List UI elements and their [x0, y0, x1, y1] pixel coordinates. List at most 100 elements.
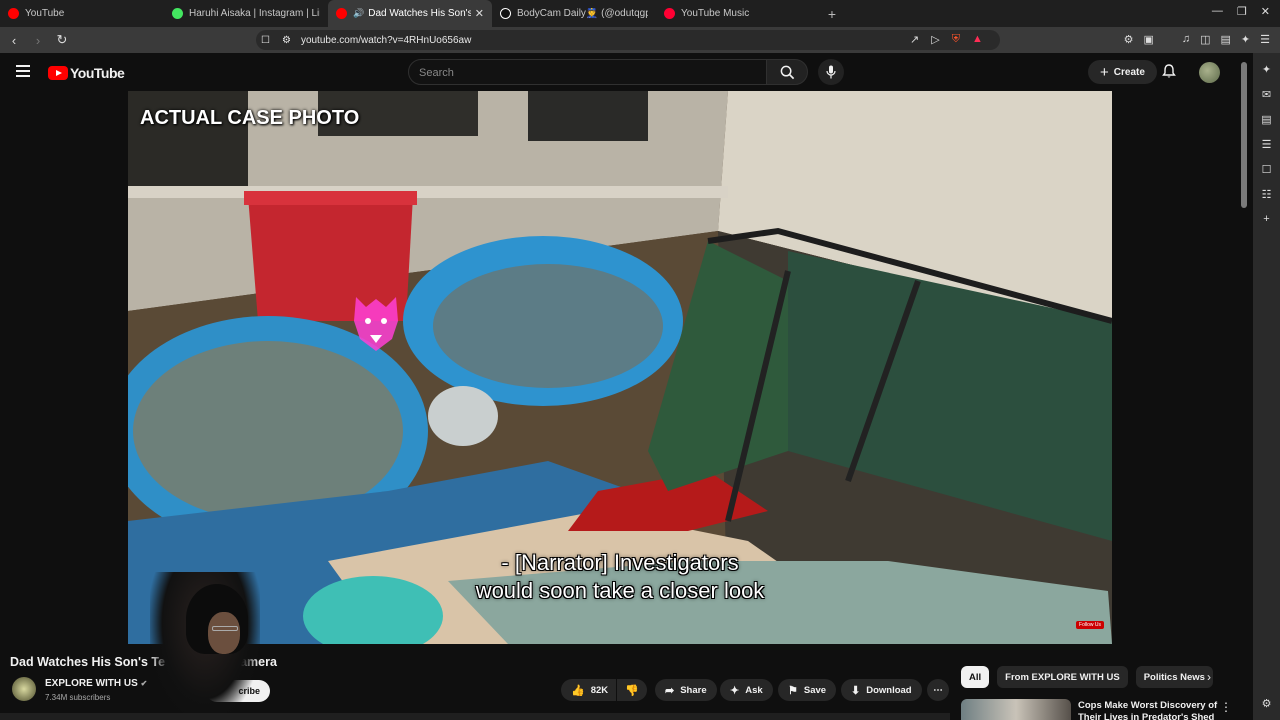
thumbs-up-icon: 👍: [571, 684, 585, 697]
save-group: ⚑ Save: [778, 679, 837, 701]
browser-tab[interactable]: YouTube: [0, 0, 164, 27]
channel-watermark-logo[interactable]: [348, 291, 404, 367]
recommendation-thumbnail[interactable]: [961, 699, 1071, 720]
menu-icon[interactable]: ☰: [1260, 33, 1270, 46]
book-icon[interactable]: ☷: [1262, 188, 1272, 201]
case-photo-label: ACTUAL CASE PHOTO: [140, 107, 360, 129]
webcam-glasses: [212, 626, 238, 631]
screenshot-icon[interactable]: ▣: [1143, 33, 1153, 46]
verified-icon: ✔: [140, 679, 148, 688]
download-group: ⬇ Download: [841, 679, 922, 701]
add-panel-icon[interactable]: +: [1263, 213, 1269, 225]
open-external-icon[interactable]: ↗: [910, 33, 919, 46]
wallet-panel-icon[interactable]: ▤: [1261, 113, 1271, 126]
download-button[interactable]: ⬇ Download: [841, 679, 922, 701]
close-tab-icon[interactable]: ✕: [475, 7, 484, 20]
recommendation-menu-icon[interactable]: ⋮: [1220, 700, 1232, 714]
youtube-header: YouTube Search + Create: [0, 53, 1240, 91]
dislike-button[interactable]: 👎: [617, 679, 647, 701]
youtube-play-icon: [48, 66, 68, 80]
search-button[interactable]: [766, 59, 808, 85]
site-info-icon[interactable]: ⚙: [282, 35, 291, 46]
browser-tab[interactable]: BodyCam Daily👮 (@odutqgp71: [492, 0, 656, 27]
youtube-logo[interactable]: YouTube: [48, 65, 125, 81]
youtube-music-icon: [664, 8, 675, 19]
reading-list-icon[interactable]: ☰: [1262, 138, 1272, 151]
browser-tab[interactable]: YouTube Music: [656, 0, 820, 27]
bookmark-save-icon: ⚑: [788, 684, 798, 697]
url-text[interactable]: youtube.com/watch?v=4RHnUo656aw: [301, 35, 471, 46]
more-actions-button[interactable]: ⋯: [927, 679, 949, 701]
plus-icon: +: [1100, 63, 1109, 81]
create-button[interactable]: + Create: [1088, 60, 1157, 84]
ask-button[interactable]: ✦ Ask: [720, 679, 773, 701]
media-icon[interactable]: ♫: [1182, 33, 1190, 46]
guide-menu-icon[interactable]: [16, 65, 30, 77]
maximize-icon[interactable]: ❐: [1237, 5, 1247, 18]
extensions-icon[interactable]: ⚙: [1124, 33, 1134, 46]
reload-icon[interactable]: ↻: [52, 32, 72, 48]
download-icon: ⬇: [851, 684, 861, 697]
microphone-icon: [826, 65, 836, 79]
address-bar[interactable]: ☐ ⚙ youtube.com/watch?v=4RHnUo656aw: [256, 30, 1000, 50]
follow-badge[interactable]: Follow Us: [1076, 621, 1104, 629]
browser-tabstrip: YouTube Haruhi Aisaka | Instagram | Lin …: [0, 0, 1280, 27]
sparkle-icon: ✦: [730, 684, 740, 697]
page-scrollbar[interactable]: [1241, 62, 1247, 208]
voice-search-button[interactable]: [818, 59, 844, 85]
brave-shield-icon[interactable]: ⛨: [952, 33, 960, 46]
sidebar-icon[interactable]: ◫: [1200, 33, 1210, 46]
channel-avatar[interactable]: [12, 677, 36, 701]
forward-icon[interactable]: ›: [28, 33, 48, 48]
chip-politics-news[interactable]: Politics News: [1135, 666, 1213, 688]
speaker-icon[interactable]: 🔊: [353, 8, 364, 19]
account-avatar[interactable]: [1199, 62, 1220, 83]
new-tab-button[interactable]: +: [820, 6, 844, 22]
thumbs-down-icon: 👎: [625, 684, 639, 697]
chevron-right-icon[interactable]: ›: [1207, 670, 1211, 684]
extension-icons: ⚙ ▣ ♫ ◫ ▤ ✦ ☰: [1124, 33, 1270, 46]
bookmarks-panel-icon[interactable]: ☐: [1262, 163, 1272, 176]
bookmark-icon[interactable]: ☐: [261, 35, 270, 46]
wallet-icon[interactable]: ▤: [1221, 33, 1231, 46]
send-icon[interactable]: ▷: [931, 33, 939, 46]
more-actions-group: ⋯: [927, 679, 949, 701]
browser-navbar: ‹ › ↻ ☐ ⚙ youtube.com/watch?v=4RHnUo656a…: [0, 27, 1280, 53]
settings-icon[interactable]: ⚙: [1262, 697, 1272, 710]
minimize-icon[interactable]: —: [1212, 5, 1223, 18]
like-button[interactable]: 👍 82K: [561, 679, 617, 701]
related-filter-chips: All From EXPLORE WITH US Politics News: [961, 666, 1213, 688]
browser-tab-active[interactable]: 🔊 Dad Watches His Son's To ✕: [328, 0, 492, 27]
save-button[interactable]: ⚑ Save: [778, 679, 837, 701]
webcam-face: [208, 612, 240, 654]
notifications-bell-icon[interactable]: [1162, 64, 1176, 84]
window-controls: — ❐ ✕: [1212, 5, 1270, 18]
share-group: ➦ Share: [655, 679, 717, 701]
linktree-icon: [172, 8, 183, 19]
closed-caption: - [Narrator] Investigators would soon ta…: [475, 550, 765, 603]
close-window-icon[interactable]: ✕: [1261, 5, 1270, 18]
share-button[interactable]: ➦ Share: [655, 679, 717, 701]
leo-ai-icon[interactable]: ✦: [1241, 33, 1250, 46]
like-dislike-group: 👍 82K 👎: [561, 679, 647, 701]
omnibox-actions: ↗ ▷ ⛨ ▲: [910, 33, 983, 46]
chip-all[interactable]: All: [961, 666, 990, 688]
browser-tab[interactable]: Haruhi Aisaka | Instagram | Lin: [164, 0, 328, 27]
tiktok-icon: [500, 8, 511, 19]
more-horizontal-icon: ⋯: [933, 684, 943, 696]
video-player[interactable]: ACTUAL CASE PHOTO - [Narrator] Investiga…: [128, 91, 1112, 644]
search-input[interactable]: Search: [408, 59, 767, 85]
chip-from-channel[interactable]: From EXPLORE WITH US: [997, 666, 1128, 688]
ask-group: ✦ Ask: [720, 679, 773, 701]
youtube-icon: [336, 8, 347, 19]
description-panel-edge: [0, 713, 950, 720]
streamer-webcam: [150, 572, 260, 720]
recommendation-title[interactable]: Cops Make Worst Discovery of Their Lives…: [1078, 700, 1218, 720]
subscriber-count: 7.34M subscribers: [45, 693, 111, 702]
browser-side-panel: ✦ ✉ ▤ ☰ ☐ ☷ + ⚙: [1253, 53, 1280, 720]
leo-icon[interactable]: ✦: [1262, 63, 1271, 76]
back-icon[interactable]: ‹: [4, 33, 24, 48]
chat-icon[interactable]: ✉: [1262, 88, 1271, 101]
channel-name[interactable]: EXPLORE WITH US ✔: [45, 678, 147, 689]
brave-rewards-icon[interactable]: ▲: [972, 33, 983, 46]
